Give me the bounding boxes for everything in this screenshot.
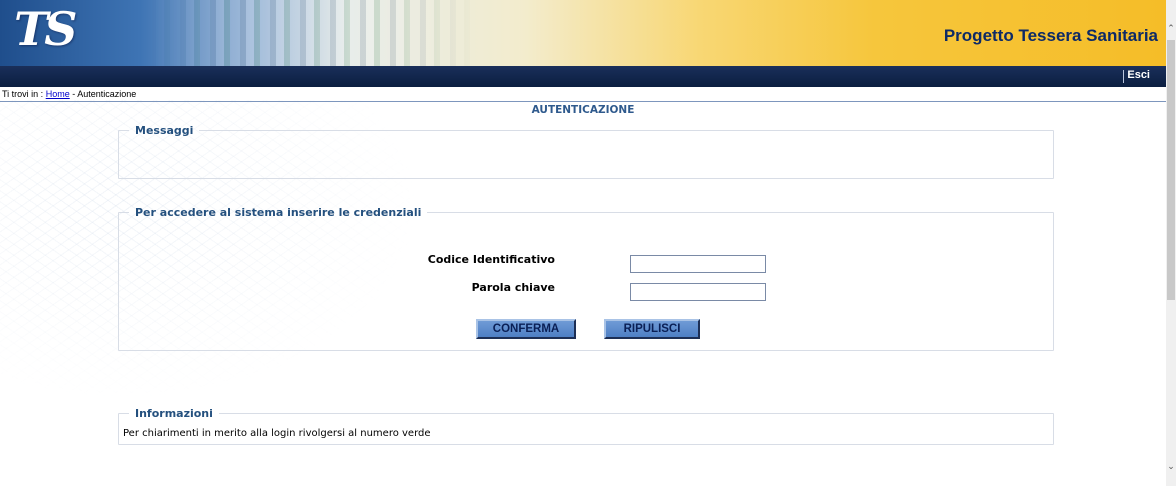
app-title: Progetto Tessera Sanitaria (943, 26, 1158, 45)
info-text: Per chiarimenti in merito alla login riv… (123, 428, 431, 439)
header-banner: TS Progetto Tessera Sanitaria (0, 0, 1166, 66)
password-label: Parola chiave (471, 281, 555, 294)
info-legend: Informazioni (135, 407, 213, 420)
messages-legend: Messaggi (135, 124, 194, 137)
id-label: Codice Identificativo (427, 253, 555, 266)
id-input[interactable] (630, 255, 766, 273)
header-photo (150, 0, 480, 66)
nav-bar: Esci (0, 66, 1166, 87)
scrollbar-thumb[interactable] (1167, 40, 1175, 300)
breadcrumb-prefix: Ti trovi in : (2, 89, 44, 99)
login-legend: Per accedere al sistema inserire le cred… (135, 206, 422, 219)
breadcrumb-divider (0, 101, 1166, 102)
breadcrumb: Ti trovi in : Home - Autenticazione (2, 89, 136, 99)
info-panel: Informazioni Per chiarimenti in merito a… (118, 407, 1054, 445)
page-title: AUTENTICAZIONE (531, 104, 635, 116)
confirm-button[interactable]: CONFERMA (476, 319, 576, 339)
password-input[interactable] (630, 283, 766, 301)
breadcrumb-current: Autenticazione (77, 89, 137, 99)
chevron-down-icon[interactable]: ⌄ (1166, 462, 1176, 472)
ts-logo: TS (14, 2, 77, 56)
messages-panel: Messaggi (118, 124, 1054, 179)
breadcrumb-home-link[interactable]: Home (46, 89, 70, 99)
breadcrumb-separator: - (72, 89, 76, 99)
exit-link[interactable]: Esci (1127, 69, 1150, 81)
login-panel: Per accedere al sistema inserire le cred… (118, 206, 1054, 351)
nav-separator (1123, 70, 1124, 83)
reset-button[interactable]: RIPULISCI (604, 319, 700, 339)
chevron-up-icon[interactable]: ⌃ (1166, 24, 1176, 34)
